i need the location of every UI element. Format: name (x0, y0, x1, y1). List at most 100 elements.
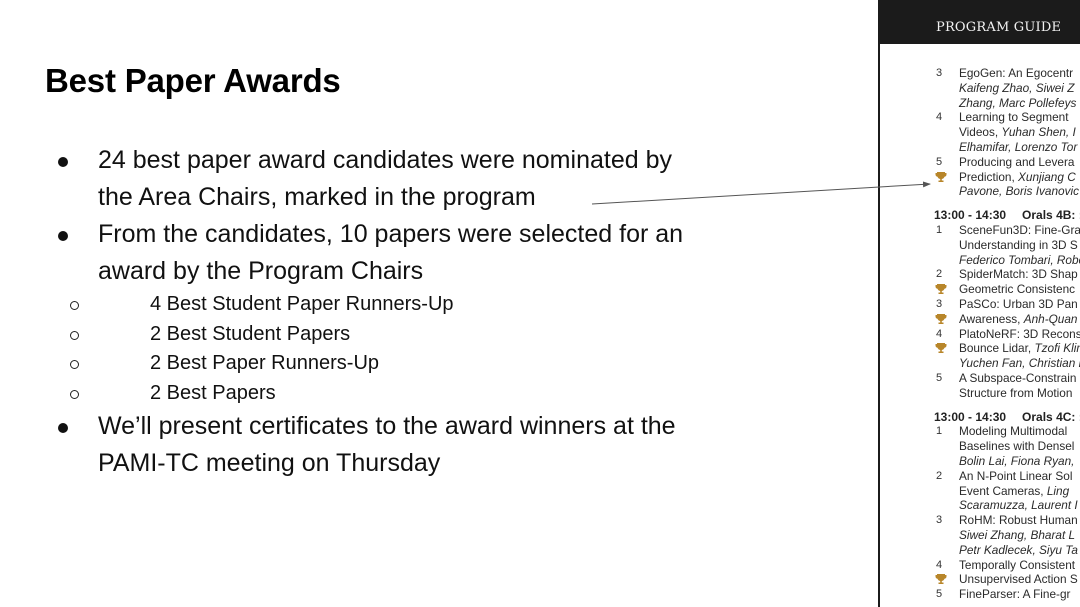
hollow-circle-icon (70, 330, 79, 340)
bullet-text-line: 24 best paper award candidates were nomi… (98, 146, 672, 174)
paper-number: 3 (936, 514, 943, 527)
paper-title-text: RoHM: Robust Human (959, 513, 1078, 528)
paper-authors-text: Yuchen Fan, Christian F (959, 356, 1080, 371)
bullet-dot-icon (58, 231, 68, 241)
paper-authors-text: Yuhan Shen, I (1001, 125, 1076, 140)
program-entry-line: Awareness, Anh-Quan (880, 312, 1080, 327)
session-time: 13:00 - 14:30 (934, 208, 1007, 223)
bullet-dot-icon (58, 423, 68, 433)
program-entry-line: Pavone, Boris Ivanovic (880, 184, 1080, 199)
paper-title-text: Understanding in 3D S (959, 237, 1078, 252)
program-entry-line: Zhang, Marc Pollefeys (880, 96, 1080, 111)
paper-authors-text: Kaifeng Zhao, Siwei Z (959, 80, 1075, 95)
sub-bullet-text: 4 Best Student Paper Runners-Up (150, 293, 454, 315)
paper-title-text: Structure from Motion (959, 385, 1073, 400)
session-heading: 13:00 - 14:30 Orals 4B: : (880, 208, 1080, 223)
program-entry-line: 3 PaSCo: Urban 3D Pan (880, 297, 1080, 312)
paper-title-text: Event Cameras, (959, 483, 1047, 498)
paper-title-text: Bounce Lidar, (959, 341, 1035, 356)
program-entry-line: Unsupervised Action S (880, 572, 1080, 587)
program-entry-line: 4 PlatoNeRF: 3D Recons (880, 327, 1080, 342)
sub-bullet-list: 4 Best Student Paper Runners-Up 2 Best S… (52, 290, 772, 408)
program-entry-line: 2 SpiderMatch: 3D Shap (880, 267, 1080, 282)
session-name: Orals 4B: : (1022, 208, 1080, 223)
bullet-text-line: PAMI-TC meeting on Thursday (98, 449, 441, 477)
paper-title-text: An N-Point Linear Sol (959, 468, 1073, 483)
paper-authors-text: Scaramuzza, Laurent I (959, 498, 1078, 513)
paper-title-text: Producing and Levera (959, 154, 1075, 169)
paper-number: 1 (936, 425, 943, 438)
program-entry-line: Prediction, Xunjiang C (880, 170, 1080, 185)
paper-number: 4 (936, 558, 943, 571)
program-entry-line: Bolin Lai, Fiona Ryan, (880, 454, 1080, 469)
bullet-dot-icon (58, 157, 68, 167)
paper-title-text: SceneFun3D: Fine-Gra (959, 222, 1080, 237)
hollow-circle-icon (70, 360, 79, 369)
program-entry-line: 5 FineParser: A Fine-gr (880, 587, 1080, 602)
paper-title-text: A Subspace-Constrain (959, 370, 1077, 385)
program-entry-line: Yuchen Fan, Christian F (880, 356, 1080, 371)
paper-title-text: Videos, (959, 125, 1002, 140)
program-entry-line: 3 EgoGen: An Egocentr (880, 66, 1080, 81)
trophy-icon (935, 283, 947, 295)
paper-title-text: SpiderMatch: 3D Shap (959, 267, 1078, 282)
paper-title-text: PaSCo: Urban 3D Pan (959, 296, 1078, 311)
program-entry-line: 1 Modeling Multimodal (880, 424, 1080, 439)
bullet-text-line: the Area Chairs, marked in the program (98, 183, 536, 211)
program-entry-line: 1 SceneFun3D: Fine-Gra (880, 223, 1080, 238)
program-entry-line: Kaifeng Zhao, Siwei Z (880, 81, 1080, 96)
paper-title-text: Unsupervised Action S (959, 572, 1078, 587)
bullet-text-line: From the candidates, 10 papers were sele… (98, 220, 684, 248)
trophy-icon (935, 313, 947, 325)
paper-title-text: Modeling Multimodal (959, 424, 1068, 439)
program-entry-line: Elhamifar, Lorenzo Tor (880, 140, 1080, 155)
sub-bullet-item: 2 Best Papers (52, 379, 772, 409)
program-entry-line: 5 Producing and Levera (880, 155, 1080, 170)
paper-authors-text: Siwei Zhang, Bharat L (959, 527, 1076, 542)
program-entry-line: Bounce Lidar, Tzofi Kling (880, 341, 1080, 356)
bullet-list: 24 best paper award candidates were nomi… (52, 142, 772, 482)
program-entry-line: Geometric Consistenc (880, 282, 1080, 297)
program-entry-line: 4 Learning to Segment (880, 110, 1080, 125)
paper-title-text: EgoGen: An Egocentr (959, 66, 1074, 80)
paper-authors-text: Ling (1046, 483, 1070, 498)
program-entry-line: Structure from Motion (880, 386, 1080, 401)
paper-title-text: Baselines with Densel (959, 439, 1075, 454)
paper-authors-text: Elhamifar, Lorenzo Tor (959, 139, 1078, 154)
program-entry-line: Videos, Yuhan Shen, I (880, 125, 1080, 140)
program-entry-line: Petr Kadlecek, Siyu Ta (880, 543, 1080, 558)
program-entry-line: Siwei Zhang, Bharat L (880, 528, 1080, 543)
paper-title-text: Awareness, (959, 311, 1024, 326)
program-guide-panel: PROGRAM GUIDE 3 EgoGen: An Egocentr Kaifen… (878, 0, 1080, 607)
slide-title: Best Paper Awards (45, 62, 341, 99)
paper-title-text: Learning to Segment (959, 110, 1069, 125)
paper-authors-text: Federico Tombari, Robe (959, 252, 1080, 267)
program-entry-line: Event Cameras, Ling (880, 484, 1080, 499)
sub-bullet-text: 2 Best Papers (150, 381, 276, 404)
paper-title-text: Geometric Consistenc (959, 282, 1076, 297)
bullet-item: We’ll present certificates to the award … (52, 408, 772, 482)
hollow-circle-icon (70, 301, 79, 310)
paper-title-text: PlatoNeRF: 3D Recons (959, 326, 1080, 341)
trophy-icon (935, 573, 947, 585)
paper-number: 1 (936, 223, 943, 236)
bullet-item: From the candidates, 10 papers were sele… (52, 216, 772, 290)
program-entry-line: Baselines with Densel (880, 439, 1080, 454)
bullet-text-line: We’ll present certificates to the award … (98, 412, 676, 440)
session-heading: 13:00 - 14:30 Orals 4C: : (880, 410, 1080, 425)
paper-number: 2 (936, 469, 943, 482)
program-entry-line: 5 A Subspace-Constrain (880, 371, 1080, 386)
trophy-icon (935, 342, 947, 354)
bullet-item: 24 best paper award candidates were nomi… (52, 142, 772, 216)
session-block: 1 SceneFun3D: Fine-Gra Understanding in 3D… (880, 223, 1080, 401)
session-block: 3 EgoGen: An Egocentr Kaifeng Zhao, Siwei … (880, 66, 1080, 199)
session-block: 1 Modeling Multimodal Baselines with Dens… (880, 424, 1080, 602)
paper-authors-text: Petr Kadlecek, Siyu Ta (959, 542, 1078, 557)
paper-number: 5 (936, 155, 943, 168)
paper-authors-text: Zhang, Marc Pollefeys (959, 95, 1077, 110)
paper-authors-text: Anh-Quan (1023, 311, 1078, 326)
paper-authors-text: Tzofi Kling (1034, 341, 1080, 356)
paper-number: 2 (936, 268, 943, 281)
program-entry-line: 4 Temporally Consistent (880, 558, 1080, 573)
program-entry-line: Scaramuzza, Laurent I (880, 498, 1080, 513)
